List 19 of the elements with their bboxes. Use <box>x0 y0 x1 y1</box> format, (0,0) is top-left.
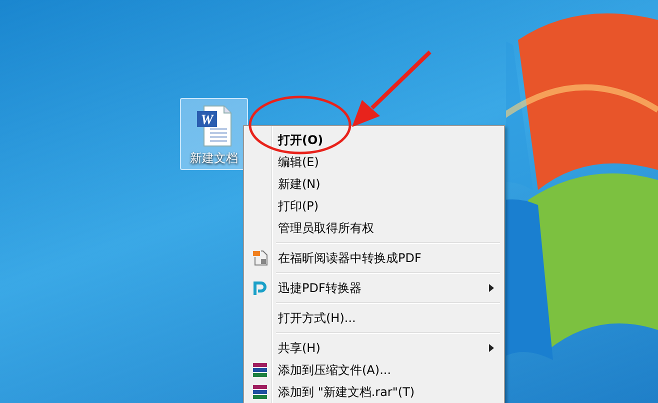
submenu-arrow-icon <box>489 284 494 292</box>
submenu-arrow-icon <box>489 344 494 352</box>
menu-item[interactable]: 打开(O) <box>246 129 502 151</box>
archive-books-icon <box>252 362 268 378</box>
menu-item[interactable]: 在福昕阅读器中转换成PDF <box>246 247 502 269</box>
menu-item[interactable]: 共享(H) <box>246 337 502 359</box>
menu-item[interactable]: 编辑(E) <box>246 151 502 173</box>
p-logo-icon <box>252 280 268 296</box>
document-convert-icon <box>252 250 268 266</box>
menu-item[interactable]: 打开方式(H)... <box>246 307 502 329</box>
desktop-file-label: 新建文档 <box>190 150 238 167</box>
menu-item[interactable]: 迅捷PDF转换器 <box>246 277 502 299</box>
menu-item[interactable]: 打印(P) <box>246 195 502 217</box>
menu-item[interactable]: 添加到 "新建文档.rar"(T) <box>246 381 502 403</box>
menu-item[interactable]: 新建(N) <box>246 173 502 195</box>
menu-item[interactable]: 管理员取得所有权 <box>246 217 502 239</box>
desktop-file-icon[interactable]: W 新建文档 <box>180 98 248 170</box>
menu-item[interactable]: 添加到压缩文件(A)... <box>246 359 502 381</box>
archive-books-icon <box>252 384 268 400</box>
